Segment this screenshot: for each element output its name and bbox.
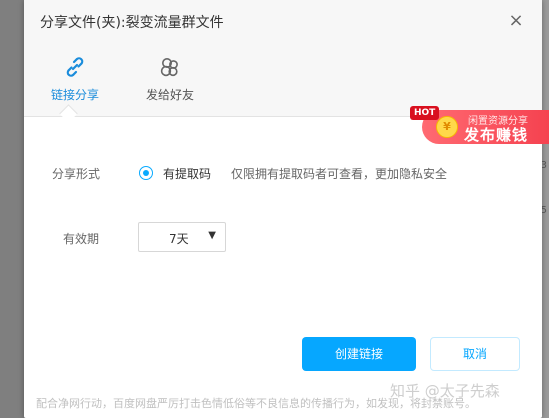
promo-title: 发布赚钱 xyxy=(464,126,529,144)
tab-link-share[interactable]: 链接分享 xyxy=(35,46,115,116)
validity-value: 7天 xyxy=(169,232,189,246)
coin-icon: ¥ xyxy=(436,116,458,138)
tab-send-to-friends[interactable]: 发给好友 xyxy=(130,46,210,116)
chevron-down-icon: ▼ xyxy=(208,230,216,241)
publish-earn-banner[interactable]: HOT ¥ 闲置资源分享 发布赚钱 xyxy=(410,106,549,144)
dialog-title: 分享文件(夹):裂变流量群文件 xyxy=(40,15,224,31)
tab-label: 链接分享 xyxy=(50,88,99,102)
share-type-label: 分享形式 xyxy=(52,167,101,181)
share-type-hint: 仅限拥有提取码者可查看，更加隐私安全 xyxy=(231,167,448,181)
dialog-title-bar: 分享文件(夹):裂变流量群文件 × xyxy=(24,0,542,47)
close-icon[interactable]: × xyxy=(506,11,526,31)
cancel-button[interactable]: 取消 xyxy=(430,337,520,371)
with-code-radio[interactable] xyxy=(139,166,153,180)
friends-icon xyxy=(160,58,178,77)
hot-badge: HOT xyxy=(410,106,440,120)
watermark-text: 知乎 @太子先森 xyxy=(390,382,500,400)
tab-label: 发给好友 xyxy=(145,88,194,102)
share-tab-bar: 链接分享 发给好友 HOT ¥ 闲置资源分享 发布赚钱 xyxy=(24,46,549,144)
with-code-radio-label[interactable]: 有提取码 xyxy=(163,165,211,182)
link-icon xyxy=(66,57,84,77)
share-dialog: 分享文件(夹):裂变流量群文件 × 链接分享 发给好友 HOT ¥ 闲置资源分享… xyxy=(24,0,549,418)
validity-select[interactable]: 7天 ▼ xyxy=(138,222,226,252)
validity-label: 有效期 xyxy=(63,232,100,246)
create-link-button[interactable]: 创建链接 xyxy=(302,337,416,371)
